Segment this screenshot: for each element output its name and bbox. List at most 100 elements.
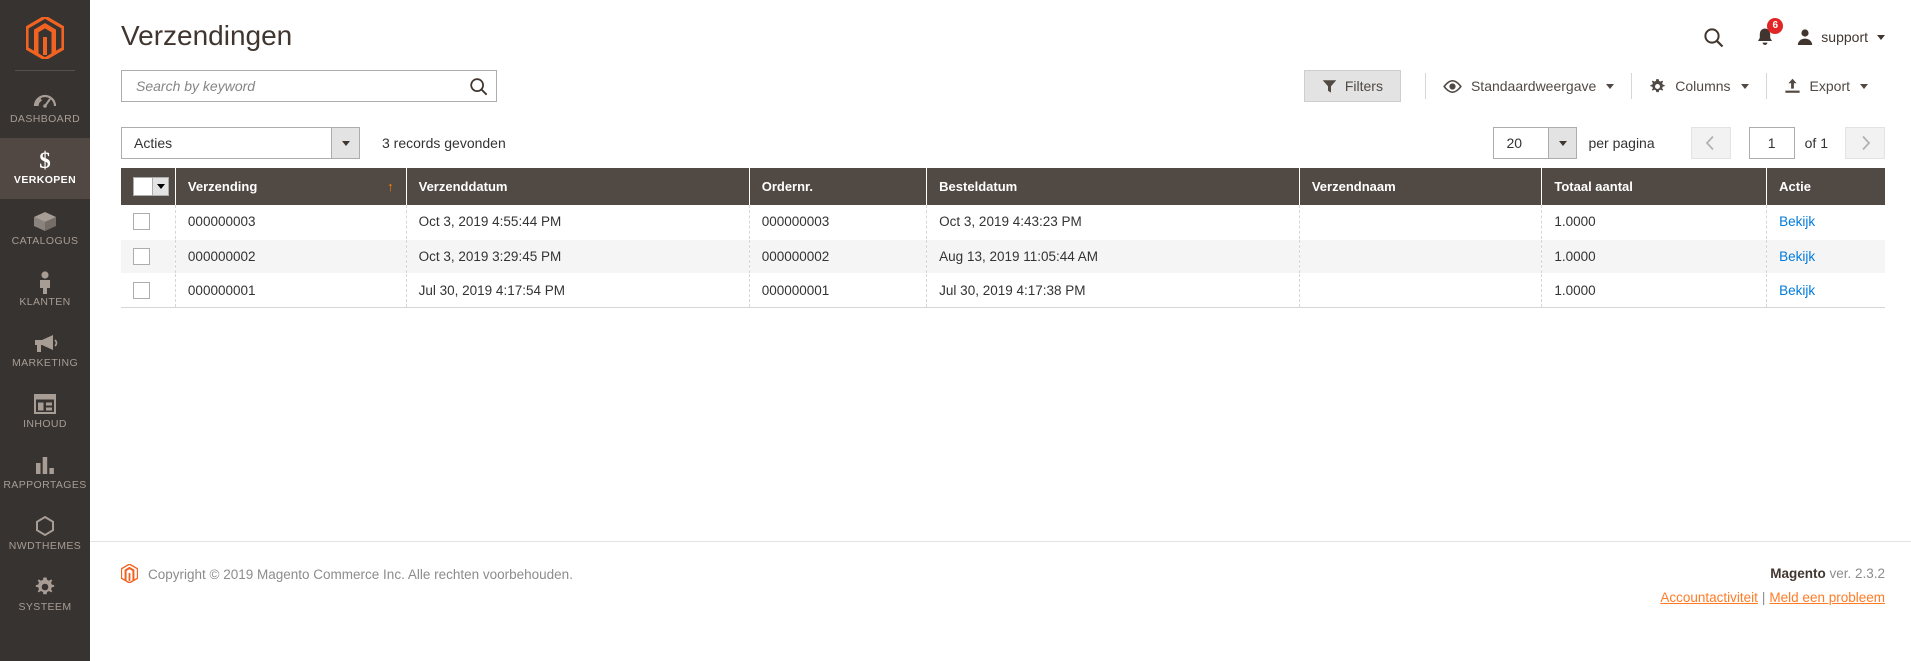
row-checkbox[interactable] — [133, 281, 150, 299]
column-header-besteldatum[interactable]: Besteldatum — [926, 168, 1300, 205]
bar-chart-icon — [34, 454, 56, 476]
search-icon — [1704, 27, 1724, 47]
sidebar-item-label: CATALOGUS — [11, 235, 79, 248]
select-all-checkbox[interactable] — [133, 177, 169, 196]
row-checkbox[interactable] — [133, 213, 150, 231]
sidebar-item-nwdthemes[interactable]: NWDTHEMES — [0, 504, 90, 565]
next-page-button[interactable] — [1845, 127, 1885, 159]
view-link[interactable]: Bekijk — [1779, 249, 1815, 264]
records-found-label: 3 records gevonden — [382, 135, 506, 151]
user-menu[interactable]: support — [1796, 28, 1885, 46]
view-label: Standaardweergave — [1470, 78, 1597, 94]
column-header-actie[interactable]: Actie — [1766, 168, 1885, 205]
checkbox-box — [134, 178, 152, 195]
sidebar-item-label: MARKETING — [11, 357, 79, 370]
filters-button[interactable]: Filters — [1303, 70, 1401, 102]
cell-actie: Bekijk — [1766, 273, 1885, 308]
row-select-cell[interactable] — [121, 273, 176, 308]
sidebar-item-label: DASHBOARD — [9, 113, 81, 126]
upload-icon — [1784, 78, 1800, 93]
notifications-button[interactable]: 6 — [1748, 18, 1784, 52]
mass-actions-select[interactable]: Acties — [121, 127, 360, 159]
search-input[interactable] — [134, 77, 469, 95]
column-header-verzendnaam[interactable]: Verzendnaam — [1299, 168, 1543, 205]
search-submit-button[interactable] — [469, 77, 488, 96]
mass-actions-area: Acties 3 records gevonden — [121, 127, 506, 159]
sidebar-item-label: KLANTEN — [19, 296, 71, 309]
cell-verzendnaam — [1299, 273, 1543, 308]
view-link[interactable]: Bekijk — [1779, 214, 1815, 229]
sidebar-item-rapportages[interactable]: RAPPORTAGES — [0, 443, 90, 504]
account-activity-link[interactable]: Accountactiviteit — [1660, 590, 1758, 605]
table-row[interactable]: 000000001 Jul 30, 2019 4:17:54 PM 000000… — [121, 273, 1885, 308]
caret-glyph — [341, 140, 350, 146]
column-label: Ordernr. — [761, 179, 814, 194]
page-title: Verzendingen — [121, 20, 293, 51]
box-icon — [33, 210, 57, 232]
chevron-left-icon — [1705, 135, 1714, 151]
sidebar-item-marketing[interactable]: MARKETING — [0, 321, 90, 382]
row-select-cell[interactable] — [121, 205, 176, 240]
cell-verzending: 000000002 — [175, 239, 407, 274]
copyright-text: Copyright © 2019 Magento Commerce Inc. A… — [148, 567, 573, 582]
view-bookmarks-button[interactable]: Standaardweergave — [1426, 70, 1631, 102]
brand-name: Magento — [1770, 566, 1826, 581]
view-link[interactable]: Bekijk — [1779, 283, 1815, 298]
cell-besteldatum: Aug 13, 2019 11:05:44 AM — [926, 239, 1300, 274]
columns-button[interactable]: Columns — [1632, 70, 1765, 102]
sidebar-item-klanten[interactable]: KLANTEN — [0, 260, 90, 321]
cell-totaal-aantal: 1.0000 — [1541, 205, 1768, 240]
keyword-search[interactable] — [121, 70, 497, 102]
main-content: Verzendingen 6 support Search by keyword… — [90, 0, 1911, 661]
column-header-ordernr[interactable]: Ordernr. — [749, 168, 928, 205]
layout-window-icon — [34, 393, 56, 415]
previous-page-button[interactable] — [1690, 127, 1731, 159]
funnel-icon — [1322, 79, 1337, 93]
select-all-header[interactable] — [121, 168, 176, 205]
row-select-cell[interactable] — [121, 239, 176, 274]
svg-text:$: $ — [39, 148, 51, 172]
magento-logo-icon — [26, 17, 64, 59]
chevron-down-icon[interactable] — [152, 178, 168, 195]
user-name: support — [1821, 29, 1868, 45]
dashboard-gauge-icon — [33, 88, 57, 110]
chevron-down-icon — [1877, 34, 1885, 40]
column-label: Verzenddatum — [418, 179, 508, 194]
cell-verzenddatum: Jul 30, 2019 4:17:54 PM — [406, 273, 750, 308]
megaphone-icon — [33, 332, 58, 354]
magento-logo-icon — [121, 564, 138, 583]
cell-besteldatum: Oct 3, 2019 4:43:23 PM — [926, 205, 1300, 240]
column-label: Totaal aantal — [1554, 179, 1633, 194]
per-page-select[interactable]: 20 — [1493, 127, 1578, 159]
row-checkbox[interactable] — [133, 247, 150, 265]
chevron-down-icon[interactable] — [1548, 128, 1577, 158]
admin-page: DASHBOARD $ VERKOPEN CATALOGUS KLANTEN M… — [0, 0, 1911, 661]
sidebar-item-dashboard[interactable]: DASHBOARD — [0, 77, 90, 138]
column-header-verzending[interactable]: Verzending ↑ — [175, 168, 407, 205]
cell-verzending: 000000003 — [175, 205, 407, 240]
sidebar-item-systeem[interactable]: SYSTEEM — [0, 565, 90, 626]
sidebar-item-inhoud[interactable]: INHOUD — [0, 382, 90, 443]
sidebar-item-catalogus[interactable]: CATALOGUS — [0, 199, 90, 260]
report-issue-link[interactable]: Meld een probleem — [1769, 590, 1885, 605]
caret-glyph — [1558, 140, 1567, 146]
column-header-totaal-aantal[interactable]: Totaal aantal — [1541, 168, 1768, 205]
table-row[interactable]: 000000003 Oct 3, 2019 4:55:44 PM 0000000… — [121, 205, 1885, 240]
page-header: Verzendingen 6 support — [90, 0, 1911, 70]
current-page-input[interactable]: 1 — [1748, 127, 1795, 159]
cell-besteldatum: Jul 30, 2019 4:17:38 PM — [926, 273, 1300, 308]
magento-logo[interactable] — [0, 8, 90, 68]
gear-icon — [1650, 78, 1665, 92]
sidebar-item-label: RAPPORTAGES — [3, 479, 87, 492]
chevron-down-icon — [1740, 83, 1749, 89]
global-search-button[interactable] — [1696, 22, 1730, 52]
sidebar-item-verkopen[interactable]: $ VERKOPEN — [0, 138, 90, 199]
chevron-down-icon[interactable] — [331, 128, 359, 158]
export-button[interactable]: Export — [1767, 70, 1885, 102]
cell-actie: Bekijk — [1766, 239, 1885, 274]
export-label: Export — [1809, 78, 1850, 94]
pager: 1 of 1 — [1690, 127, 1885, 159]
sidebar: DASHBOARD $ VERKOPEN CATALOGUS KLANTEN M… — [0, 0, 90, 661]
table-row[interactable]: 000000002 Oct 3, 2019 3:29:45 PM 0000000… — [121, 239, 1885, 274]
column-header-verzenddatum[interactable]: Verzenddatum — [406, 168, 750, 205]
